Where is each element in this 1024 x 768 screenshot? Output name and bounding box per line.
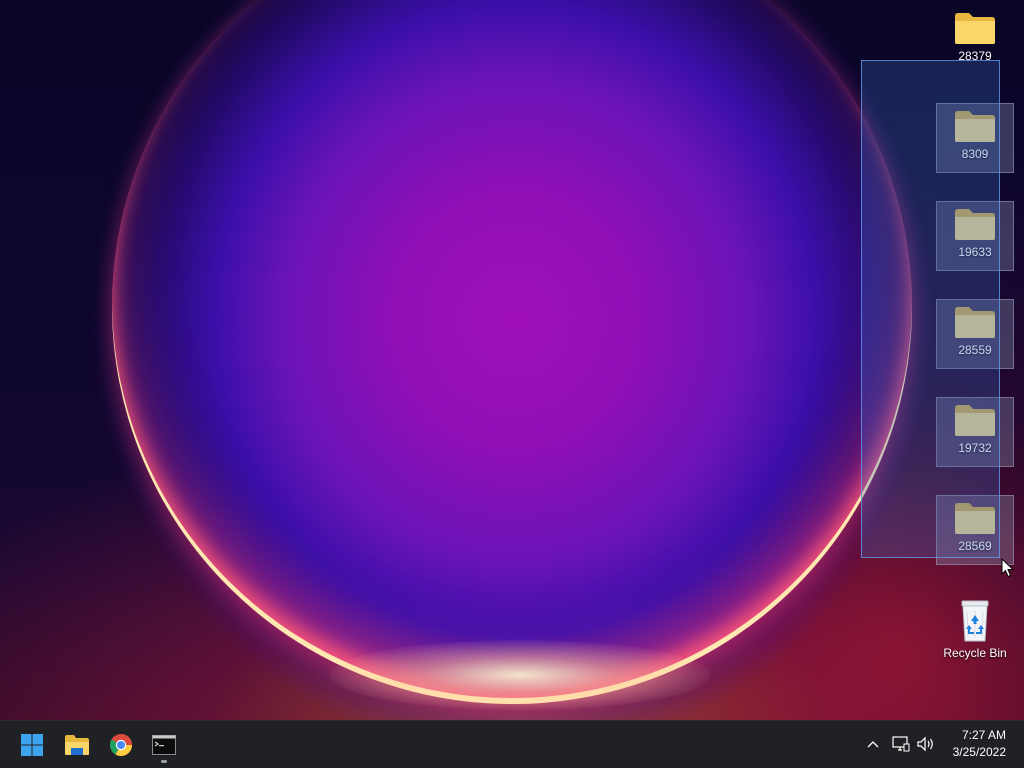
wallpaper-glow	[330, 640, 710, 710]
desktop[interactable]: 28379 8309 19633 28559 19732 28569 Recyc…	[0, 0, 1024, 720]
network-icon	[892, 736, 910, 752]
folder-icon	[955, 111, 995, 142]
clock[interactable]: 7:27 AM 3/25/2022	[936, 727, 1006, 761]
file-explorer-button[interactable]	[57, 725, 97, 765]
desktop-folder-19732[interactable]: 19732	[936, 397, 1014, 467]
desktop-icon-label: 19633	[958, 245, 992, 259]
taskbar: 7:27 AM 3/25/2022	[0, 720, 1024, 768]
chevron-up-icon	[867, 741, 879, 748]
running-indicator	[161, 760, 167, 763]
desktop-icon-label: Recycle Bin	[943, 646, 1007, 660]
volume-icon	[917, 736, 933, 752]
folder-icon	[955, 13, 995, 44]
clock-time: 7:27 AM	[961, 728, 1006, 742]
clock-date: 3/25/2022	[952, 745, 1006, 759]
desktop-folder-8309[interactable]: 8309	[936, 103, 1014, 173]
wallpaper-orb	[112, 0, 912, 704]
desktop-icon-label: 19732	[958, 441, 992, 455]
terminal-icon	[152, 735, 176, 755]
desktop-icon-label: 28379	[958, 49, 992, 63]
start-button[interactable]	[12, 725, 52, 765]
desktop-folder-28379[interactable]: 28379	[936, 6, 1014, 76]
desktop-icon-label: 28559	[958, 343, 992, 357]
chrome-button[interactable]	[101, 725, 141, 765]
volume-button[interactable]	[915, 733, 937, 755]
folder-icon	[955, 503, 995, 534]
desktop-icon-label: 8309	[961, 147, 989, 161]
show-hidden-icons-button[interactable]	[862, 733, 884, 755]
command-prompt-button[interactable]	[144, 725, 184, 765]
recycle-bin-icon	[961, 600, 989, 642]
network-button[interactable]	[890, 733, 912, 755]
folder-icon	[955, 307, 995, 338]
desktop-recycle-bin[interactable]: Recycle Bin	[936, 593, 1014, 663]
chrome-icon	[110, 734, 132, 756]
folder-icon	[955, 209, 995, 240]
desktop-folder-28569[interactable]: 28569	[936, 495, 1014, 565]
windows-logo-icon	[21, 734, 43, 756]
desktop-icon-label: 28569	[958, 539, 992, 553]
file-explorer-icon	[65, 735, 89, 755]
desktop-folder-19633[interactable]: 19633	[936, 201, 1014, 271]
folder-icon	[955, 405, 995, 436]
desktop-folder-28559[interactable]: 28559	[936, 299, 1014, 369]
